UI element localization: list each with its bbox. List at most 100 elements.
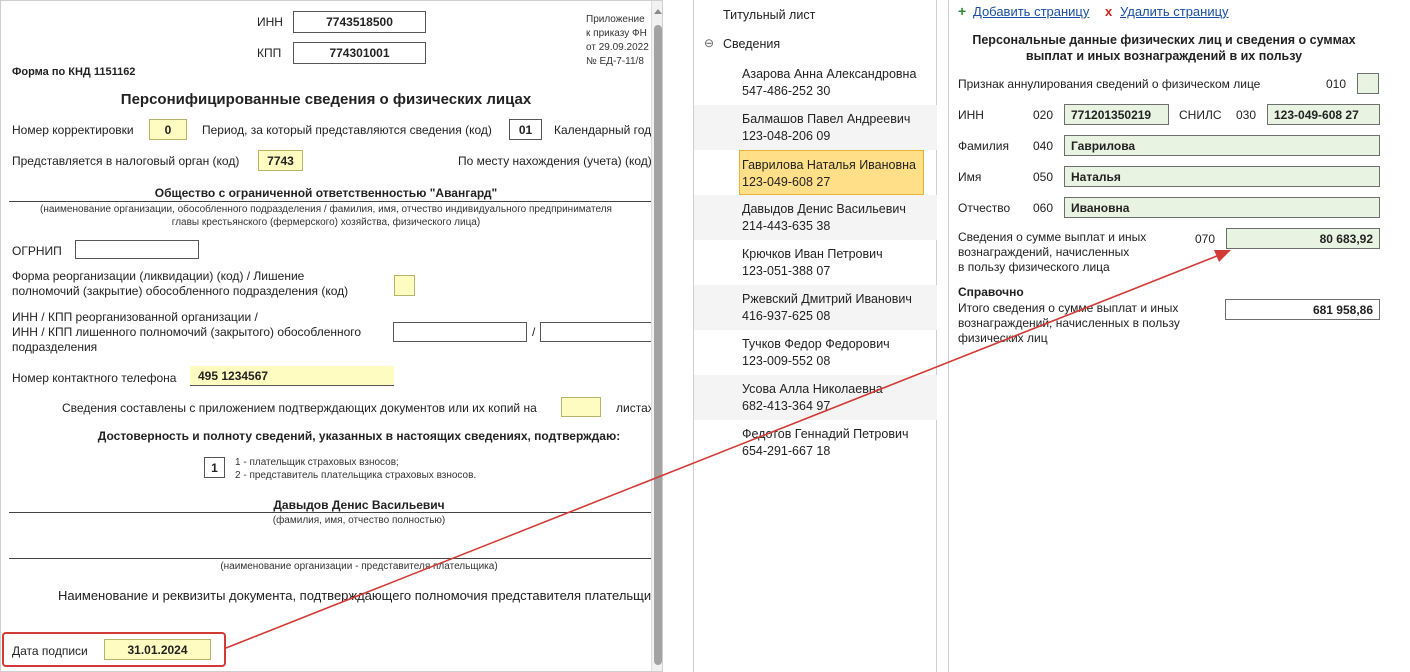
payments-field[interactable]: 80 683,92 [1226,228,1380,249]
surname-code: 040 [1033,139,1054,153]
person-snils: 416-937-625 08 [742,309,831,323]
period-field[interactable]: 01 [509,119,542,140]
tree-person-item[interactable]: Ржевский Дмитрий Иванович 416-937-625 08 [694,285,937,330]
scroll-up-icon[interactable] [654,9,662,14]
sign-date-highlight [2,632,226,667]
scrollbar-thumb[interactable] [654,25,662,665]
reorg-inn-label-line: подразделения [12,340,98,354]
phone-field[interactable]: 495 1234567 [190,366,394,386]
reorg-inn-label-line: ИНН / КПП реорганизованной организации / [12,310,258,324]
appendix-line: Приложение [586,14,645,25]
tree-person-item[interactable]: Федотов Геннадий Петрович 654-291-667 18 [694,420,937,465]
payments-code: 070 [1195,232,1216,246]
org-caption-2: главы крестьянского (фермерского) хозяйс… [171,217,481,228]
person-name: Азарова Анна Александровна [742,67,917,81]
kpp-field[interactable]: 774301001 [293,42,426,64]
signer-name-underline [9,512,651,513]
title-sheet-panel: ИНН 7743518500 КПП 774301001 Приложение … [0,0,663,672]
sheets-label: листах [616,401,654,415]
person-snils: 547-486-252 30 [742,84,831,98]
tree-person-item[interactable]: Тучков Федор Федорович 123-009-552 08 [694,330,937,375]
person-name: Гаврилова Наталья Ивановна [742,158,916,172]
signer-option: 1 - плательщик страховых взносов; [235,457,399,468]
ogrnip-field[interactable] [75,240,199,259]
correction-field[interactable]: 0 [149,119,187,140]
inn-field[interactable]: 771201350219 [1064,104,1169,125]
inn-label: ИНН [958,108,984,122]
delete-page-icon[interactable]: x [1105,4,1112,19]
annul-label: Признак аннулирования сведений о физичес… [958,77,1261,91]
appendix-note: Приложение к приказу ФН от 29.09.2022 № … [586,13,649,69]
person-snils: 682-413-364 97 [742,399,831,413]
org-caption-1: (наименование организации, обособленного… [40,204,612,215]
person-name: Давыдов Денис Васильевич [742,202,906,216]
rep-underline [9,558,651,559]
knd-form-label: Форма по КНД 1151162 [12,66,136,78]
signer-option: 2 - представитель плательщика страховых … [235,470,477,481]
reorg-code-field[interactable] [394,275,415,296]
person-name: Крючков Иван Петрович [742,247,883,261]
tree-person-item[interactable]: Азарова Анна Александровна 547-486-252 3… [694,60,937,105]
tree-person-item[interactable]: Балмашов Павел Андреевич 123-048-206 09 [694,105,937,150]
tax-authority-field[interactable]: 7743 [258,150,303,171]
person-snils: 123-051-388 07 [742,264,831,278]
location-label: По месту нахождения (учета) (код) [458,154,652,168]
details-heading-line: выплат и иных вознаграждений в их пользу [1025,49,1303,63]
patronymic-label: Отчество [958,201,1011,215]
add-page-icon[interactable]: + [958,3,966,19]
kpp-label: КПП [257,46,282,60]
patronymic-field[interactable]: Ивановна [1064,197,1380,218]
reorg-slash: / [532,325,536,339]
annul-code: 010 [1326,77,1347,91]
form-title: Персонифицированные сведения о физически… [120,91,532,108]
inn-field[interactable]: 7743518500 [293,11,426,33]
tree-item-section[interactable]: Сведения [723,37,780,51]
reorg-inn-label-line: ИНН / КПП лишенного полномочий (закрытог… [12,325,362,339]
payments-label-line: в пользу физического лица [958,260,1110,274]
tree-item-title-sheet[interactable]: Титульный лист [723,8,815,22]
delete-page-link[interactable]: Удалить страницу [1120,4,1229,19]
person-snils: 123-048-206 09 [742,129,831,143]
patronymic-code: 060 [1033,201,1054,215]
surname-label: Фамилия [958,139,1009,153]
payments-label-line: вознаграждений, начисленных [958,245,1130,259]
collapse-toggle-icon[interactable]: ⊖ [704,36,714,50]
signer-caption: (фамилия, имя, отчество полностью) [272,515,446,526]
snils-field[interactable]: 123-049-608 27 [1267,104,1380,125]
annul-checkbox[interactable] [1357,73,1379,94]
appendix-line: к приказу ФН [586,28,647,39]
signer-name: Давыдов Денис Васильевич [273,498,445,512]
tax-authority-label: Представляется в налоговый орган (код) [12,154,240,168]
ogrnip-label: ОГРНИП [12,244,62,258]
docs-sheets-field[interactable] [561,397,601,417]
phone-label: Номер контактного телефона [12,371,177,385]
snils-code: 030 [1236,108,1257,122]
reorg-kpp-field[interactable] [540,322,655,342]
signer-code-field[interactable]: 1 [204,457,225,478]
details-heading: Персональные данные физических лиц и све… [949,32,1379,64]
reorg-label: Форма реорганизации (ликвидации) (код) /… [12,269,348,299]
tree-person-item-selected[interactable]: Гаврилова Наталья Ивановна 123-049-608 2… [739,150,924,195]
calendar-year-label: Календарный год [554,123,652,137]
person-name: Федотов Геннадий Петрович [742,427,909,441]
total-label-line: вознаграждений, начисленных в пользу [958,316,1180,330]
name-field[interactable]: Наталья [1064,166,1380,187]
reorg-inn-field[interactable] [393,322,527,342]
correction-label: Номер корректировки [12,123,134,137]
title-sheet-scrollbar[interactable] [651,1,662,671]
payments-label: Сведения о сумме выплат и иных вознаграж… [958,230,1146,275]
tree-person-item[interactable]: Усова Алла Николаевна 682-413-364 97 [694,375,937,420]
snils-label: СНИЛС [1179,108,1222,122]
details-heading-line: Персональные данные физических лиц и све… [972,33,1356,47]
reorg-label-line: полномочий (закрытие) обособленного подр… [12,284,349,298]
appendix-line: от 29.09.2022 [586,42,649,53]
inn-label: ИНН [257,15,283,29]
person-snils: 214-443-635 38 [742,219,831,233]
signer-options: 1 - плательщик страховых взносов; 2 - пр… [235,456,476,482]
surname-field[interactable]: Гаврилова [1064,135,1380,156]
person-details-panel: + Добавить страницу x Удалить страницу П… [948,0,1410,672]
tree-person-item[interactable]: Давыдов Денис Васильевич 214-443-635 38 [694,195,937,240]
tree-person-item[interactable]: Крючков Иван Петрович 123-051-388 07 [694,240,937,285]
rep-caption: (наименование организации - представител… [220,561,498,572]
add-page-link[interactable]: Добавить страницу [973,4,1089,19]
